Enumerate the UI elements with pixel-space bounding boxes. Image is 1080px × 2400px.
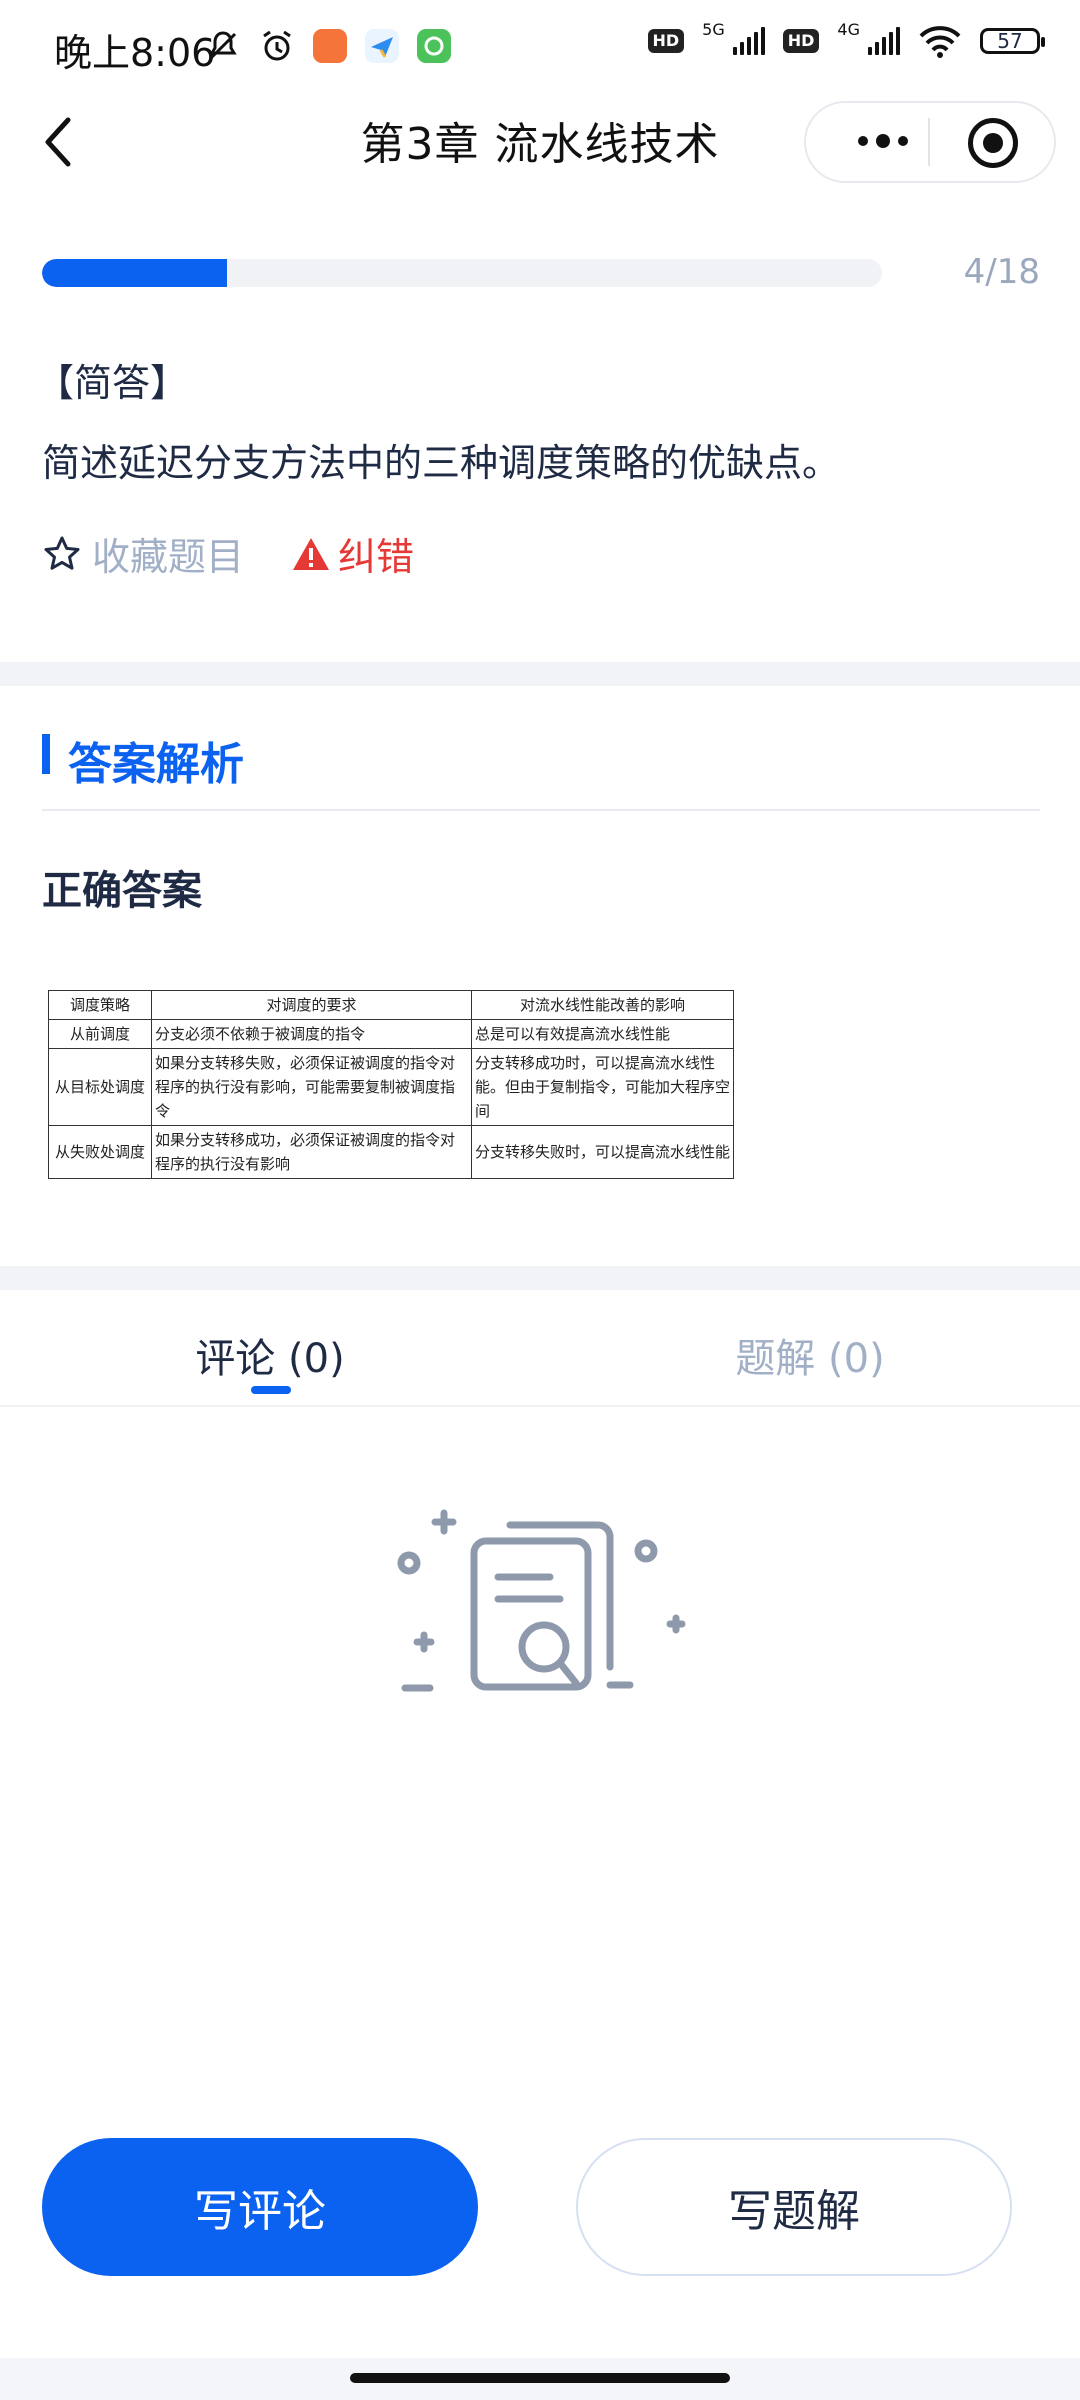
capsule-divider — [928, 118, 930, 166]
hd-badge: HD — [647, 29, 685, 53]
network-type: 5G — [702, 19, 725, 39]
tab-solutions[interactable]: 题解 (0) — [540, 1326, 1080, 1384]
tab-comments[interactable]: 评论 (0) — [0, 1326, 540, 1384]
empty-search-document-icon — [397, 1509, 686, 1692]
error-label: 纠错 — [338, 535, 415, 579]
table-header: 调度策略 — [48, 990, 152, 1020]
table-cell: 如果分支转移成功，必须保证被调度的指令对程序的执行没有影响 — [151, 1125, 472, 1179]
table-row: 从失败处调度 如果分支转移成功，必须保证被调度的指令对程序的执行没有影响 分支转… — [48, 1125, 734, 1179]
section-divider — [0, 1266, 1080, 1290]
status-right-icons: HD 5G HD 4G 57 — [647, 20, 1045, 58]
table-cell: 从失败处调度 — [48, 1125, 152, 1179]
progress-label: 4/18 — [963, 252, 1040, 292]
write-solution-button[interactable]: 写题解 — [576, 2138, 1012, 2276]
app-orange-icon — [313, 29, 347, 63]
target-icon[interactable] — [968, 118, 1018, 168]
table-cell: 分支转移成功时，可以提高流水线性能。但由于复制指令，可能加大程序空间 — [471, 1048, 734, 1126]
section-divider — [0, 662, 1080, 686]
table-cell: 分支必须不依赖于被调度的指令 — [151, 1019, 472, 1049]
active-tab-indicator — [251, 1386, 291, 1394]
signal-icon — [868, 27, 900, 55]
section-accent-bar — [42, 734, 50, 774]
tab-divider — [0, 1405, 1080, 1407]
wifi-icon — [919, 26, 961, 58]
battery-icon: 57 — [980, 28, 1045, 54]
question-type: 【简答】 — [36, 361, 189, 405]
correct-answer-title: 正确答案 — [42, 868, 202, 914]
star-icon — [44, 536, 80, 570]
table-row: 从目标处调度 如果分支转移失败，必须保证被调度的指令对程序的执行没有影响，可能需… — [48, 1048, 734, 1126]
favorite-button[interactable]: 收藏题目 — [42, 526, 244, 581]
table-header: 对调度的要求 — [151, 990, 472, 1020]
table-cell: 总是可以有效提高流水线性能 — [471, 1019, 734, 1049]
more-dots-icon[interactable] — [838, 121, 928, 161]
status-time: 晚上8:06 — [54, 31, 216, 75]
error-report-button[interactable]: 纠错 — [292, 526, 414, 581]
answer-section-title: 答案解析 — [68, 739, 244, 790]
question-text: 简述延迟分支方法中的三种调度策略的优缺点。 — [42, 441, 841, 485]
app-green-icon — [417, 29, 451, 63]
table-cell: 从前调度 — [48, 1019, 152, 1049]
table-cell: 分支转移失败时，可以提高流水线性能 — [471, 1125, 734, 1179]
app-plane-icon — [365, 29, 399, 63]
table-header-row: 调度策略 对调度的要求 对流水线性能改善的影响 — [48, 990, 734, 1020]
table-row: 从前调度 分支必须不依赖于被调度的指令 总是可以有效提高流水线性能 — [48, 1019, 734, 1049]
status-left-icons — [205, 28, 451, 64]
home-indicator[interactable] — [350, 2373, 730, 2383]
answer-table: 调度策略 对调度的要求 对流水线性能改善的影响 从前调度 分支必须不依赖于被调度… — [48, 990, 734, 1179]
favorite-label: 收藏题目 — [92, 535, 245, 579]
table-cell: 如果分支转移失败，必须保证被调度的指令对程序的执行没有影响，可能需要复制被调度指… — [151, 1048, 472, 1126]
mute-icon — [209, 31, 237, 60]
table-header: 对流水线性能改善的影响 — [471, 990, 734, 1020]
progress-fill — [42, 259, 227, 287]
answer-divider — [42, 809, 1040, 811]
progress-track — [42, 259, 882, 287]
status-bar: 晚上8:06 HD 5G HD 4G 57 — [0, 0, 1080, 96]
warning-icon — [293, 537, 329, 570]
hd-badge: HD — [782, 29, 820, 53]
signal-icon — [732, 27, 765, 55]
write-comment-button[interactable]: 写评论 — [42, 2138, 478, 2276]
network-type: 4G — [837, 19, 860, 39]
alarm-icon — [263, 30, 291, 61]
battery-level: 57 — [997, 29, 1023, 53]
table-cell: 从目标处调度 — [48, 1048, 152, 1126]
